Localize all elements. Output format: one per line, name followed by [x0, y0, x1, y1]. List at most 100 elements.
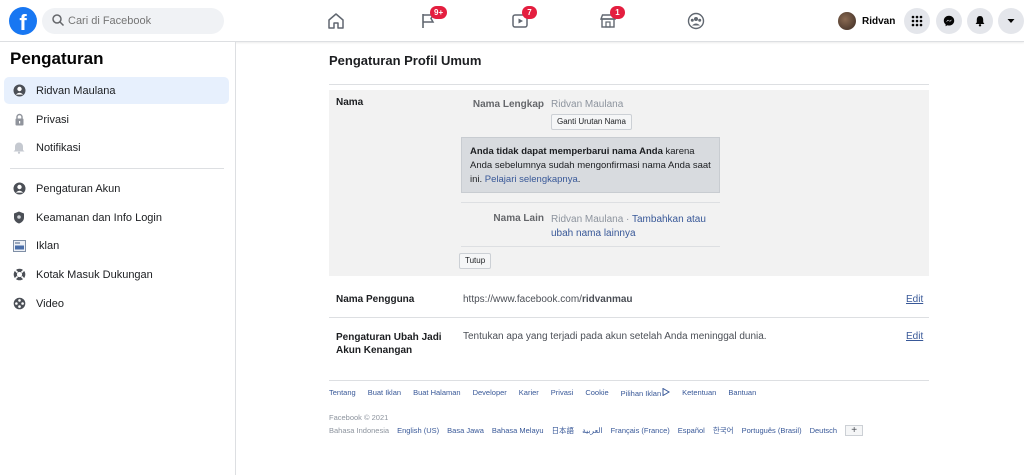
footer-link-karier[interactable]: Karier: [519, 388, 539, 398]
username-value: https://www.facebook.com/ridvanmau: [463, 294, 633, 305]
username-url-prefix: https://www.facebook.com/: [463, 294, 582, 305]
full-name-label: Nama Lengkap: [472, 99, 544, 110]
row-divider: [329, 317, 929, 318]
language-link[interactable]: 한국어: [713, 425, 734, 436]
search-input[interactable]: [68, 12, 218, 30]
account-menu-button[interactable]: [998, 8, 1024, 34]
sidebar-item-label: Pengaturan Akun: [36, 182, 121, 195]
language-link[interactable]: Español: [678, 426, 705, 435]
language-link[interactable]: Deutsch: [810, 426, 838, 435]
sidebar-item-video[interactable]: Video: [4, 290, 229, 317]
groups-icon: [687, 12, 705, 30]
footer-link-ketentuan[interactable]: Ketentuan: [682, 388, 716, 398]
language-link[interactable]: Português (Brasil): [742, 426, 802, 435]
footer-link-buat-halaman[interactable]: Buat Halaman: [413, 388, 461, 398]
edit-username-link[interactable]: Edit: [906, 294, 923, 305]
sidebar-item-label: Kotak Masuk Dukungan: [36, 268, 153, 281]
sidebar-item-label: Ridvan Maulana: [36, 84, 116, 97]
sidebar-item-keamanan[interactable]: Keamanan dan Info Login: [4, 204, 229, 231]
footer-link-cookie[interactable]: Cookie: [585, 388, 608, 398]
sidebar-item-pengaturan-akun[interactable]: Pengaturan Akun: [4, 175, 229, 202]
language-link[interactable]: Français (France): [611, 426, 670, 435]
user-profile-icon: [12, 84, 26, 98]
messenger-icon: [943, 15, 955, 27]
name-divider-bottom: [461, 246, 720, 247]
home-icon: [328, 13, 344, 29]
full-name-value: Ridvan Maulana: [551, 99, 624, 110]
username-handle: ridvanmau: [581, 294, 633, 305]
avatar: [838, 12, 856, 30]
close-button[interactable]: Tutup: [459, 253, 492, 269]
nav-watch[interactable]: 7: [490, 0, 550, 42]
sidebar-item-label: Video: [36, 297, 64, 310]
notice-end: .: [577, 174, 581, 185]
ad-choices-icon: [662, 387, 671, 397]
footer-link-developer[interactable]: Developer: [473, 388, 507, 398]
footer-link-bantuan[interactable]: Bantuan: [728, 388, 756, 398]
name-divider: [461, 202, 720, 203]
notification-bell-icon: [12, 141, 26, 155]
sidebar-item-label: Iklan: [36, 239, 60, 252]
search-box[interactable]: [42, 8, 224, 34]
memorial-settings-value: Tentukan apa yang terjadi pada akun sete…: [463, 331, 767, 342]
account-settings-icon: [12, 182, 26, 196]
other-names-value: Ridvan Maulana · Tambahkan atau ubah nam…: [551, 213, 721, 241]
sidebar-item-label: Keamanan dan Info Login: [36, 211, 162, 224]
menu-grid-icon: [911, 15, 923, 27]
more-languages-button[interactable]: +: [845, 424, 864, 436]
notifications-button[interactable]: [967, 8, 993, 34]
language-selector: Bahasa Indonesia English (US) Basa Jawa …: [329, 424, 864, 436]
name-section-label: Nama: [336, 97, 364, 108]
footer-links: Tentang Buat Iklan Buat Halaman Develope…: [329, 387, 929, 398]
menu-button[interactable]: [904, 8, 930, 34]
footer-link-pilihan-iklan-label: Pilihan Iklan: [620, 389, 662, 398]
nav-marketplace[interactable]: 1: [578, 0, 638, 42]
language-link[interactable]: English (US): [397, 426, 439, 435]
username-label: Nama Pengguna: [336, 294, 415, 305]
other-names-text: Ridvan Maulana ·: [551, 214, 632, 225]
footer-link-privasi[interactable]: Privasi: [551, 388, 574, 398]
support-lifebuoy-icon: [12, 268, 26, 282]
change-name-order-button[interactable]: Ganti Urutan Nama: [551, 114, 632, 130]
footer-link-pilihan-iklan[interactable]: Pilihan Iklan: [620, 387, 671, 398]
sidebar-item-ridvan-maulana[interactable]: Ridvan Maulana: [4, 77, 229, 104]
sidebar-item-iklan[interactable]: Iklan: [4, 232, 229, 259]
profile-shortcut[interactable]: Ridvan: [838, 9, 895, 33]
sidebar-item-label: Privasi: [36, 113, 70, 126]
language-link[interactable]: Basa Jawa: [447, 426, 484, 435]
messenger-button[interactable]: [936, 8, 962, 34]
notice-bold-text: Anda tidak dapat memperbarui nama Anda: [470, 146, 663, 157]
watch-badge: 7: [522, 6, 537, 19]
settings-sidebar: Pengaturan Ridvan Maulana Privasi Notifi…: [0, 42, 236, 475]
ads-icon: [12, 239, 26, 253]
name-change-notice: Anda tidak dapat memperbarui nama Anda k…: [461, 137, 720, 193]
page-title: Pengaturan Profil Umum: [329, 53, 482, 68]
security-shield-icon: [12, 211, 26, 225]
facebook-logo[interactable]: f: [9, 7, 37, 35]
edit-memorial-link[interactable]: Edit: [906, 331, 923, 342]
current-language: Bahasa Indonesia: [329, 425, 390, 435]
footer-divider: [329, 380, 929, 381]
language-link[interactable]: 日本語: [552, 425, 575, 436]
nav-pages[interactable]: 9+: [398, 0, 458, 42]
language-link[interactable]: العربية: [582, 426, 603, 435]
marketplace-badge: 1: [610, 6, 625, 19]
sidebar-item-kotak-masuk-dukungan[interactable]: Kotak Masuk Dukungan: [4, 261, 229, 288]
sidebar-title: Pengaturan: [10, 49, 104, 68]
footer-link-buat-iklan[interactable]: Buat Iklan: [368, 388, 401, 398]
copyright: Facebook © 2021: [329, 413, 389, 422]
pages-badge: 9+: [430, 6, 448, 19]
notifications-bell-icon: [975, 16, 985, 27]
learn-more-link[interactable]: Pelajari selengkapnya: [485, 174, 578, 185]
sidebar-item-notifikasi[interactable]: Notifikasi: [4, 134, 229, 161]
memorial-settings-label: Pengaturan Ubah Jadi Akun Kenangan: [336, 332, 442, 356]
nav-groups[interactable]: [666, 0, 726, 42]
search-icon: [52, 14, 65, 27]
footer-link-tentang[interactable]: Tentang: [329, 388, 356, 398]
language-link[interactable]: Bahasa Melayu: [492, 426, 544, 435]
other-names-label: Nama Lain: [493, 213, 544, 224]
top-navigation-bar: f 9+ 7 1 Ridvan: [0, 0, 1024, 42]
sidebar-item-privasi[interactable]: Privasi: [4, 106, 229, 133]
nav-home[interactable]: [306, 0, 366, 42]
video-film-icon: [12, 297, 26, 311]
